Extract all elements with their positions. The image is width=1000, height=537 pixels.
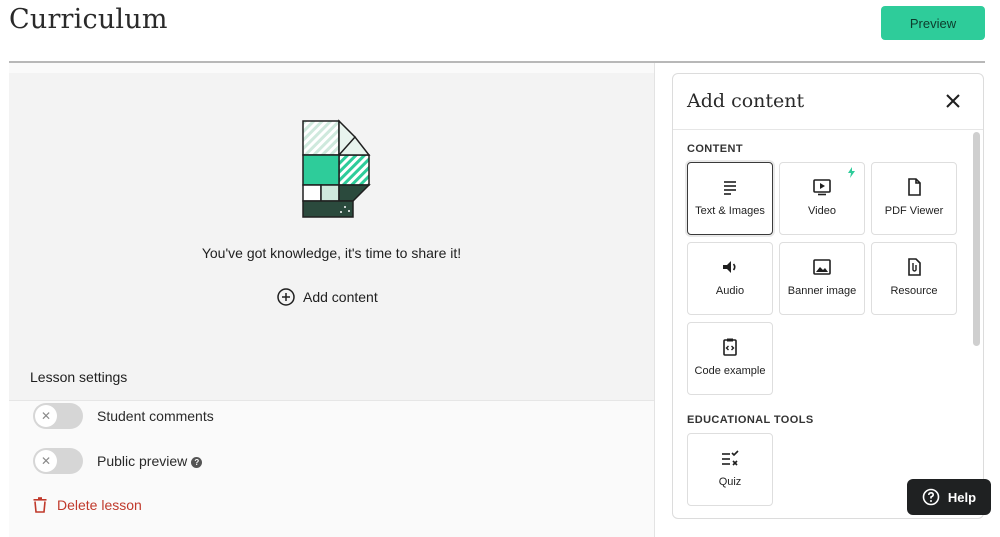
- document-icon: [908, 178, 921, 196]
- empty-state-message: You've got knowledge, it's time to share…: [201, 245, 462, 261]
- tile-banner-image[interactable]: Banner image: [779, 242, 865, 315]
- lightning-icon: [848, 167, 855, 178]
- tile-audio[interactable]: Audio: [687, 242, 773, 315]
- panel-scrollbar[interactable]: [973, 132, 980, 346]
- tile-pdf-viewer[interactable]: PDF Viewer: [871, 162, 957, 235]
- plus-circle-icon: [277, 288, 295, 306]
- image-icon: [813, 259, 831, 275]
- panel-header: Add content: [673, 74, 983, 130]
- x-icon: ✕: [35, 405, 57, 427]
- quiz-icon: [722, 450, 739, 466]
- help-question-icon[interactable]: ?: [191, 456, 203, 468]
- preview-button[interactable]: Preview: [881, 6, 985, 40]
- tile-label: Text & Images: [695, 205, 765, 217]
- text-lines-icon: [724, 181, 736, 195]
- tile-label: Code example: [694, 365, 766, 377]
- empty-state: You've got knowledge, it's time to share…: [9, 73, 654, 401]
- help-button[interactable]: Help: [907, 479, 991, 515]
- video-icon: [813, 179, 831, 196]
- tile-label: Resource: [890, 285, 938, 297]
- close-icon[interactable]: [943, 91, 963, 111]
- x-icon: ✕: [35, 450, 57, 472]
- public-preview-label: Public preview?: [97, 453, 203, 469]
- panel-title: Add content: [687, 90, 805, 112]
- tile-label: Banner image: [787, 285, 857, 297]
- lesson-editor: You've got knowledge, it's time to share…: [9, 63, 655, 537]
- student-comments-setting: ✕ Student comments: [33, 403, 214, 429]
- public-preview-toggle[interactable]: ✕: [33, 448, 83, 474]
- trash-icon: [33, 497, 47, 513]
- student-comments-label: Student comments: [97, 408, 214, 424]
- tile-label: Quiz: [718, 476, 742, 488]
- tile-resource[interactable]: Resource: [871, 242, 957, 315]
- code-clipboard-icon: [723, 338, 737, 356]
- add-content-label: Add content: [303, 289, 378, 305]
- speaker-icon: [723, 261, 736, 273]
- lesson-settings-title: Lesson settings: [30, 369, 128, 385]
- tile-label: Audio: [715, 285, 745, 297]
- educational-tools-section-label: EDUCATIONAL TOOLS: [687, 414, 814, 426]
- student-comments-toggle[interactable]: ✕: [33, 403, 83, 429]
- tile-quiz[interactable]: Quiz: [687, 433, 773, 506]
- question-circle-icon: [922, 488, 940, 506]
- empty-state-illustration: [302, 119, 371, 218]
- delete-lesson-label: Delete lesson: [57, 497, 142, 513]
- add-content-button[interactable]: Add content: [277, 288, 378, 306]
- public-preview-setting: ✕ Public preview?: [33, 448, 203, 474]
- tile-label: Video: [808, 205, 836, 217]
- tile-video[interactable]: Video: [779, 162, 865, 235]
- tile-code-example[interactable]: Code example: [687, 322, 773, 395]
- paperclip-file-icon: [908, 258, 921, 276]
- tile-label: PDF Viewer: [884, 205, 944, 217]
- page-title: Curriculum: [9, 4, 168, 35]
- tile-text-images[interactable]: Text & Images: [687, 162, 773, 235]
- content-section-label: CONTENT: [687, 143, 743, 155]
- help-label: Help: [947, 489, 977, 505]
- add-content-panel: Add content CONTENT Text & Images Video: [672, 73, 984, 519]
- delete-lesson-button[interactable]: Delete lesson: [33, 497, 142, 513]
